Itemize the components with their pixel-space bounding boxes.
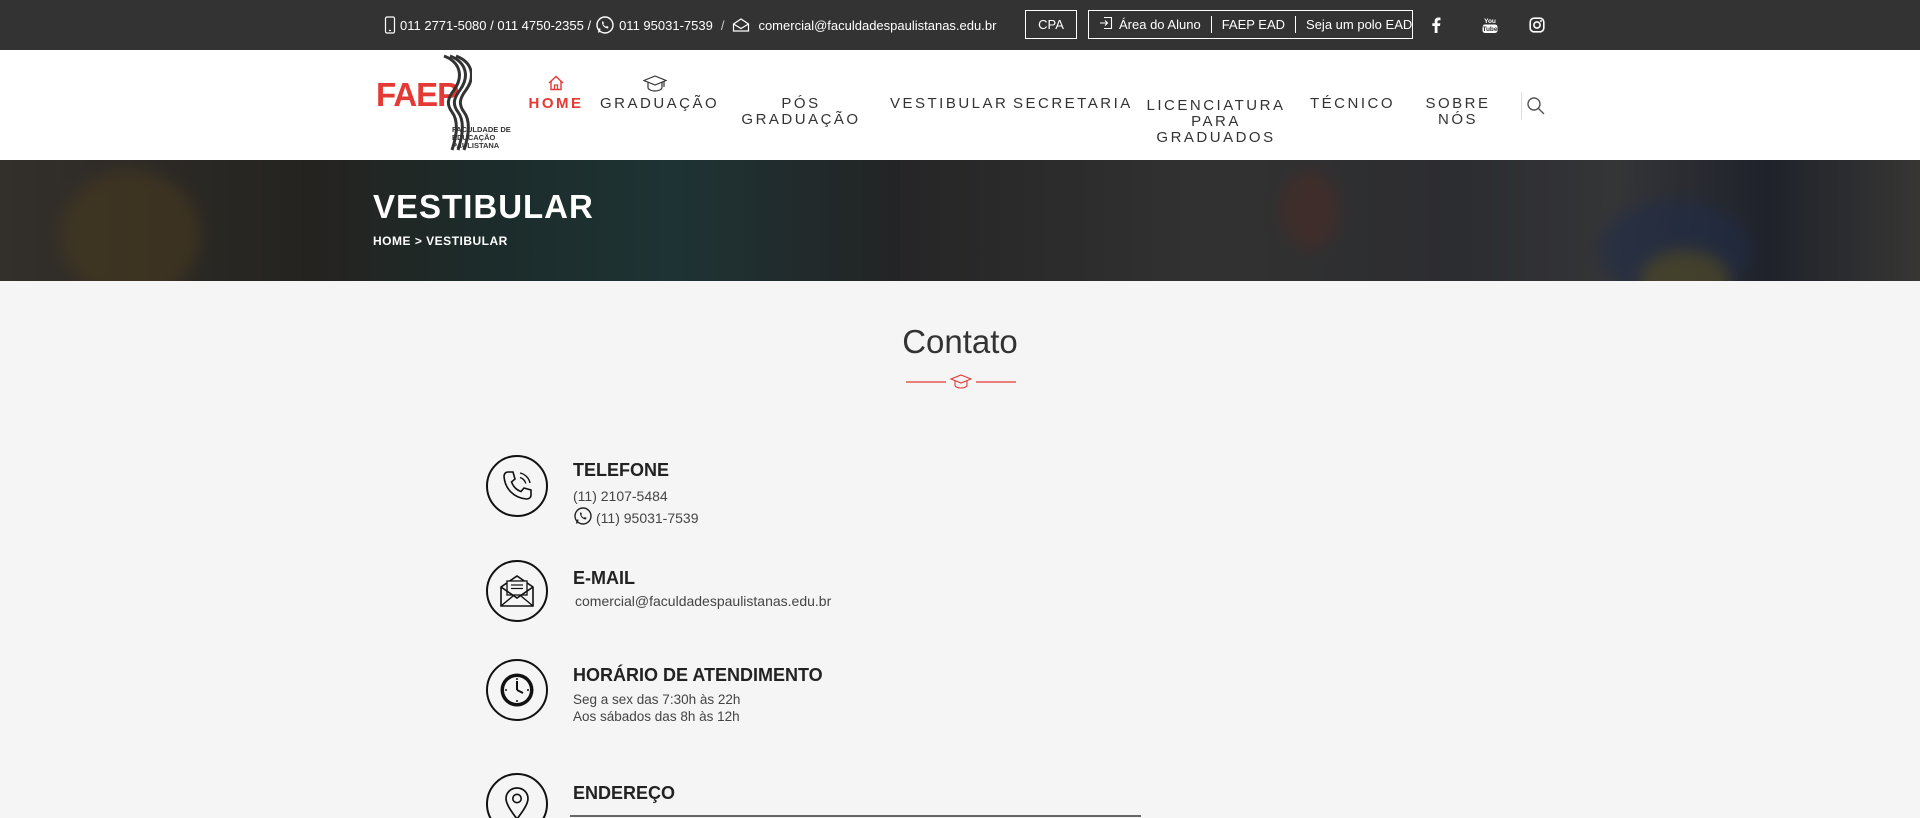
nav-vestibular-label: VESTIBULAR: [890, 95, 1009, 112]
whatsapp-icon: [595, 15, 615, 35]
section-title: Contato: [902, 323, 1018, 360]
separator: /: [720, 17, 725, 33]
contact-address: ENDEREÇO: [486, 773, 1186, 818]
contact-heading: HORÁRIO DE ATENDIMENTO: [573, 665, 823, 685]
email-link[interactable]: comercial@faculdadespaulistanas.edu.br: [575, 593, 831, 609]
phone-numbers: 011 2771-5080 / 011 4750-2355 /: [400, 17, 592, 33]
youtube-icon[interactable]: You Tube: [1475, 0, 1505, 50]
nav-tecnico-label: TÉCNICO: [1310, 95, 1395, 112]
login-icon: [1099, 16, 1113, 33]
nav-pos-graduacao-label: PÓS GRADUAÇÃO: [741, 95, 861, 128]
faep-ead-link[interactable]: FAEP EAD: [1210, 16, 1295, 33]
contact-heading: TELEFONE: [573, 460, 670, 480]
contact-heading: E-MAIL: [573, 568, 635, 588]
envelope-icon: [732, 18, 750, 32]
address-divider: [570, 815, 1141, 817]
home-icon: [547, 75, 565, 95]
nav-graduacao-label: GRADUAÇÃO: [600, 95, 720, 112]
nav-sobre-nos[interactable]: SOBRE NÓS: [1406, 50, 1510, 160]
logo-subtitle: FACULDADE DE EDUCAÇÃO PAULISTANA: [452, 126, 512, 150]
page-hero-banner: VESTIBULAR HOME > VESTIBULAR: [0, 160, 1920, 281]
breadcrumb: HOME > VESTIBULAR: [373, 234, 508, 248]
clock-icon: [486, 659, 548, 721]
whatsapp-line[interactable]: (11) 95031-7539: [573, 506, 698, 529]
student-area-label: Área do Aluno: [1119, 17, 1201, 32]
facebook-icon[interactable]: [1421, 0, 1451, 50]
whatsapp-icon: [573, 506, 593, 529]
cpa-button[interactable]: CPA: [1025, 10, 1077, 39]
contact-phone: TELEFONE (11) 2107-5484 (11) 95031-7539: [486, 455, 1186, 535]
title-divider: [906, 372, 1016, 392]
nav-home[interactable]: HOME: [528, 50, 584, 160]
top-bar: 011 2771-5080 / 011 4750-2355 / 011 9503…: [0, 0, 1920, 50]
nav-graduacao[interactable]: GRADUAÇÃO: [600, 50, 720, 160]
email-icon: [486, 560, 548, 622]
nav-pos-graduacao[interactable]: PÓS GRADUAÇÃO: [726, 50, 876, 160]
top-contact-info: 011 2771-5080 / 011 4750-2355 / 011 9503…: [384, 0, 996, 50]
phone-icon: [486, 455, 548, 517]
nav-home-label: HOME: [528, 95, 584, 112]
become-ead-pole-link[interactable]: Seja um polo EAD: [1295, 16, 1422, 33]
svg-text:You: You: [1484, 18, 1496, 25]
contact-email: E-MAIL comercial@faculdadespaulistanas.e…: [486, 560, 1186, 622]
map-pin-icon: [486, 773, 548, 818]
nav-tecnico[interactable]: TÉCNICO: [1310, 50, 1395, 160]
whatsapp-number[interactable]: 011 95031-7539: [619, 18, 713, 33]
faep-logo[interactable]: FAEP FACULDADE DE EDUCAÇÃO PAULISTANA: [376, 54, 511, 158]
nav-licenciatura[interactable]: LICENCIATURA PARA GRADUADOS: [1136, 50, 1296, 160]
phone-number[interactable]: (11) 2107-5484: [573, 488, 668, 504]
search-icon[interactable]: [1524, 94, 1548, 118]
nav-secretaria[interactable]: SECRETARIA: [1013, 50, 1133, 160]
mobile-phone-icon: [384, 16, 396, 34]
whatsapp-number: (11) 95031-7539: [596, 509, 699, 526]
hero-overlay: [0, 160, 1920, 281]
hours-saturday: Aos sábados das 8h às 12h: [573, 709, 740, 724]
nav-licenciatura-line2: PARA GRADUADOS: [1156, 113, 1276, 146]
top-links-box: Área do Aluno FAEP EAD Seja um polo EAD: [1088, 10, 1413, 39]
nav-vestibular[interactable]: VESTIBULAR: [890, 50, 1009, 160]
nav-sobre-nos-label: SOBRE NÓS: [1425, 95, 1491, 128]
student-area-link[interactable]: Área do Aluno: [1089, 16, 1211, 33]
instagram-icon[interactable]: [1522, 0, 1552, 50]
nav-secretaria-label: SECRETARIA: [1013, 95, 1133, 112]
svg-text:Tube: Tube: [1482, 26, 1497, 33]
logo-subtitle-line: PAULISTANA: [452, 141, 500, 150]
graduation-cap-icon: [642, 75, 668, 97]
nav-licenciatura-line1: LICENCIATURA: [1146, 97, 1286, 114]
nav-divider: [1521, 92, 1522, 120]
contact-heading: ENDEREÇO: [573, 783, 676, 803]
page-title: VESTIBULAR: [373, 188, 594, 225]
nav-licenciatura-label: LICENCIATURA PARA GRADUADOS: [1136, 98, 1296, 146]
contact-hours: HORÁRIO DE ATENDIMENTO Seg a sex das 7:3…: [486, 659, 1186, 724]
top-email-link[interactable]: comercial@faculdadespaulistanas.edu.br: [758, 18, 996, 33]
hours-weekdays: Seg a sex das 7:30h às 22h: [573, 692, 741, 707]
